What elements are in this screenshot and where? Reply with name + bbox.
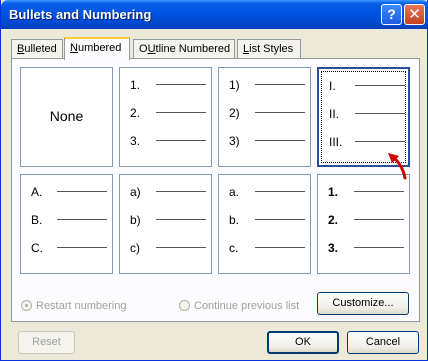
style-alpha-lower-period[interactable]: a. b. c. bbox=[218, 174, 311, 274]
tab-outline-numbered[interactable]: OUtline Numbered bbox=[133, 39, 235, 59]
restart-numbering-radio[interactable]: Restart numbering bbox=[21, 300, 127, 314]
window-title: Bullets and Numbering bbox=[9, 7, 152, 22]
tab-bulleted[interactable]: Bulleted bbox=[11, 39, 63, 59]
annotation-arrow-icon bbox=[388, 153, 407, 180]
tab-numbered[interactable]: Numbered bbox=[64, 37, 130, 60]
style-alpha-upper[interactable]: A. B. C. bbox=[20, 174, 113, 274]
help-button[interactable]: ? bbox=[381, 4, 402, 25]
style-none[interactable]: None bbox=[20, 67, 113, 167]
cancel-button[interactable]: Cancel bbox=[347, 331, 419, 354]
none-label: None bbox=[49, 108, 84, 124]
radio-unchecked-icon bbox=[179, 300, 190, 311]
style-arabic-paren[interactable]: 1) 2) 3) bbox=[218, 67, 311, 167]
customize-button[interactable]: Customize... bbox=[317, 292, 409, 315]
style-arabic-bold[interactable]: 1. 2. 3. bbox=[317, 174, 410, 274]
radio-checked-icon bbox=[21, 300, 32, 311]
close-button[interactable]: ✕ bbox=[404, 4, 425, 25]
title-bar[interactable]: Bullets and Numbering ? ✕ bbox=[1, 0, 428, 29]
reset-button[interactable]: Reset bbox=[18, 331, 75, 354]
dialog-window: Bullets and Numbering ? ✕ Bulleted Numbe… bbox=[0, 0, 428, 361]
continue-list-radio[interactable]: Continue previous list bbox=[179, 300, 299, 314]
continue-list-label: Continue previous list bbox=[194, 300, 300, 312]
ok-button[interactable]: OK bbox=[267, 331, 339, 354]
style-arabic-period[interactable]: 1. 2. 3. bbox=[119, 67, 212, 167]
tab-list-styles[interactable]: List Styles bbox=[237, 39, 301, 59]
restart-numbering-label: Restart numbering bbox=[36, 300, 127, 312]
style-alpha-lower-paren[interactable]: a) b) c) bbox=[119, 174, 212, 274]
